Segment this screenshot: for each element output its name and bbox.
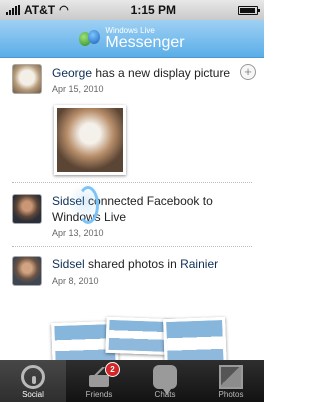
loading-spinner-icon xyxy=(64,180,108,224)
wifi-icon: ◠ xyxy=(59,3,69,16)
contact-name[interactable]: George xyxy=(52,66,92,80)
app-header: Windows Live Messenger xyxy=(0,20,264,58)
brand-logo-text: Windows Live Messenger xyxy=(105,26,185,51)
tab-label: Friends xyxy=(85,390,113,399)
brand-main: Messenger xyxy=(105,33,185,51)
display-picture-photo[interactable] xyxy=(54,105,126,175)
sidsel-avatar[interactable] xyxy=(12,256,42,286)
feed-item-sidsel-facebook[interactable]: Sidsel connected Facebook to Windows Liv… xyxy=(0,186,264,247)
activity-date: Apr 15, 2010 xyxy=(52,84,104,94)
messenger-logo-icon xyxy=(79,29,101,48)
battery-icon xyxy=(237,5,260,15)
social-icon xyxy=(21,365,45,389)
sidsel-avatar[interactable] xyxy=(12,194,42,224)
tab-friends[interactable]: 2 Friends xyxy=(66,360,132,402)
status-bar: AT&T ◠ 1:15 PM xyxy=(0,0,264,20)
tab-social[interactable]: Social xyxy=(0,360,66,402)
photos-icon xyxy=(219,365,243,389)
comment-icon[interactable]: + xyxy=(240,64,256,80)
feed-item-sidsel-photos[interactable]: Sidsel shared photos in Rainier Apr 8, 2… xyxy=(0,248,264,360)
feed-item-text: Sidsel shared photos in Rainier xyxy=(52,256,242,272)
feed-item-text: George has a new display picture xyxy=(52,65,242,81)
activity-date: Apr 8, 2010 xyxy=(52,276,99,286)
shared-photo[interactable] xyxy=(163,316,227,360)
tab-label: Photos xyxy=(218,390,244,399)
contact-name[interactable]: Sidsel xyxy=(52,257,85,271)
tab-label: Social xyxy=(22,390,44,399)
activity-date: Apr 13, 2010 xyxy=(52,228,104,238)
feed-divider xyxy=(12,182,252,183)
activity-text: shared photos in xyxy=(84,257,181,271)
feed-item-george[interactable]: George has a new display picture + Apr 1… xyxy=(0,58,264,186)
george-avatar[interactable] xyxy=(12,64,42,94)
carrier-label: AT&T xyxy=(24,3,56,17)
chats-icon xyxy=(153,365,177,395)
signal-icon xyxy=(6,5,20,15)
tab-label: Chats xyxy=(154,390,176,399)
activity-text: has a new display picture xyxy=(92,66,231,80)
tab-photos[interactable]: Photos xyxy=(198,360,264,402)
tab-bar: Social 2 Friends Chats Photos xyxy=(0,360,264,402)
tab-chats[interactable]: Chats xyxy=(132,360,198,402)
notification-badge: 2 xyxy=(106,363,119,376)
social-feed: George has a new display picture + Apr 1… xyxy=(0,58,264,360)
feed-divider xyxy=(12,246,252,247)
place-name[interactable]: Rainier xyxy=(180,257,218,271)
status-time: 1:15 PM xyxy=(130,3,177,17)
status-left: AT&T ◠ xyxy=(6,3,69,17)
